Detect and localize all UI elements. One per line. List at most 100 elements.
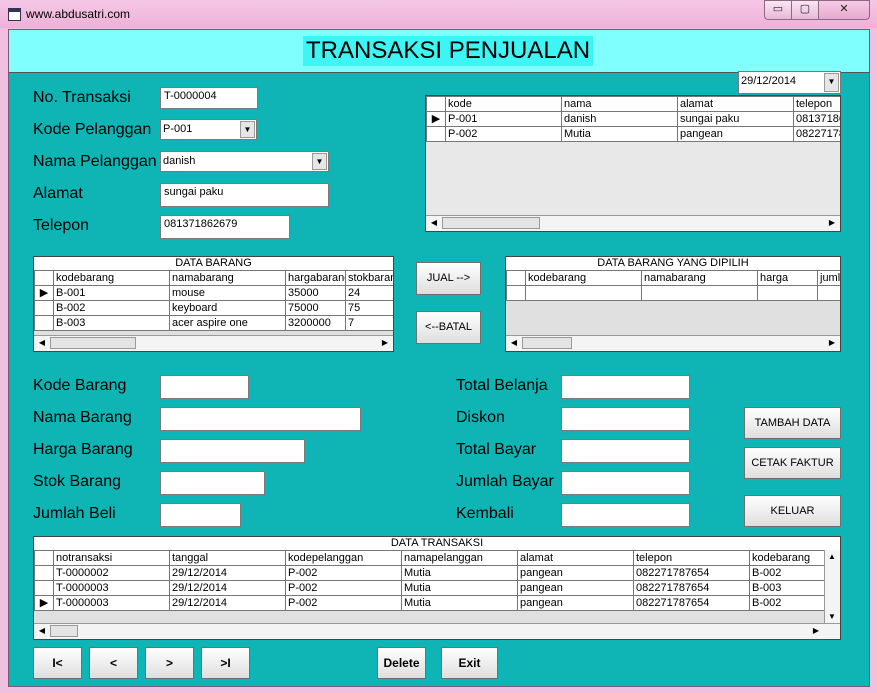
maximize-button[interactable]: ▢ xyxy=(791,0,819,20)
cell[interactable]: 082271787654 xyxy=(633,580,750,596)
column-header[interactable]: telepon xyxy=(793,96,840,112)
barang-grid[interactable]: DATA BARANG kodebarang namabarang hargabar… xyxy=(33,256,394,352)
cell[interactable]: T-0000003 xyxy=(53,595,170,611)
no-transaksi-input[interactable]: T-0000004 xyxy=(160,87,258,109)
table-row[interactable]: P-002 Mutia pangean 08227178 xyxy=(426,126,840,142)
table-row[interactable]: T-0000002 29/12/2014 P-002 Mutia pangean… xyxy=(34,565,828,581)
cell[interactable]: keyboard xyxy=(169,300,286,316)
column-header[interactable]: kode xyxy=(445,96,562,112)
column-header[interactable]: stokbarang xyxy=(345,270,393,286)
cell[interactable]: 3200000 xyxy=(285,315,346,331)
window-titlebar[interactable]: www.abdusatri.com ▭ ▢ ✕ xyxy=(0,0,877,28)
cell[interactable]: 35000 xyxy=(285,285,346,301)
customer-grid[interactable]: kode nama alamat telepon ▶ P-001 danish sungai… xyxy=(425,95,841,232)
date-dropdown-icon[interactable]: ▼ xyxy=(824,73,839,92)
cell[interactable]: B-001 xyxy=(53,285,170,301)
cell[interactable]: B-002 xyxy=(749,565,828,581)
cell[interactable]: 29/12/2014 xyxy=(169,595,286,611)
tambah-data-button[interactable]: TAMBAH DATA xyxy=(744,407,841,439)
column-header[interactable]: hargabarang xyxy=(285,270,346,286)
cell[interactable]: P-002 xyxy=(285,595,402,611)
column-header[interactable]: kodepelanggan xyxy=(285,550,402,566)
cell[interactable]: 29/12/2014 xyxy=(169,565,286,581)
cell[interactable]: pangean xyxy=(517,580,634,596)
batal-button[interactable]: <--BATAL xyxy=(416,311,481,344)
exit-button[interactable]: Exit xyxy=(441,647,498,679)
stok-barang-input[interactable] xyxy=(160,471,265,495)
table-row[interactable]: ▶ B-001 mouse 35000 24 xyxy=(34,285,393,301)
delete-button[interactable]: Delete xyxy=(377,647,426,679)
cell[interactable]: B-002 xyxy=(53,300,170,316)
cell[interactable]: 08137186 xyxy=(793,111,840,127)
scroll-thumb[interactable] xyxy=(442,217,540,229)
total-bayar-input[interactable] xyxy=(561,439,690,463)
alamat-input[interactable]: sungai paku xyxy=(160,183,329,207)
next-record-button[interactable]: > xyxy=(145,647,194,679)
cell[interactable]: 75000 xyxy=(285,300,346,316)
cell[interactable]: B-002 xyxy=(749,595,828,611)
last-record-button[interactable]: >I xyxy=(201,647,250,679)
column-header[interactable]: notransaksi xyxy=(53,550,170,566)
jumlah-beli-input[interactable] xyxy=(160,503,241,527)
cell[interactable]: 7 xyxy=(345,315,393,331)
horizontal-scrollbar[interactable]: ◀ ▶ xyxy=(426,215,840,231)
column-header[interactable]: namabarang xyxy=(641,270,758,286)
cell[interactable]: T-0000002 xyxy=(53,565,170,581)
cell[interactable]: 24 xyxy=(345,285,393,301)
cell[interactable]: P-002 xyxy=(445,126,562,142)
diskon-input[interactable] xyxy=(561,407,690,431)
column-header[interactable]: telepon xyxy=(633,550,750,566)
cell[interactable]: 082271787654 xyxy=(633,595,750,611)
cell[interactable]: B-003 xyxy=(749,580,828,596)
chevron-down-icon[interactable]: ▼ xyxy=(240,121,255,138)
keluar-button[interactable]: KELUAR xyxy=(744,495,841,527)
cell[interactable]: 082271787654 xyxy=(633,565,750,581)
nama-barang-input[interactable] xyxy=(160,407,361,431)
column-header[interactable]: jumlah xyxy=(817,270,840,286)
harga-barang-input[interactable] xyxy=(160,439,305,463)
cell[interactable]: Mutia xyxy=(401,565,518,581)
column-header[interactable]: harga xyxy=(757,270,818,286)
cell[interactable]: B-003 xyxy=(53,315,170,331)
column-header[interactable]: namapelanggan xyxy=(401,550,518,566)
column-header[interactable]: alamat xyxy=(677,96,794,112)
scroll-thumb[interactable] xyxy=(522,337,572,349)
column-header[interactable]: kodebarang xyxy=(53,270,170,286)
cell[interactable]: pangean xyxy=(517,595,634,611)
scroll-up-icon[interactable]: ▲ xyxy=(826,551,838,563)
kode-barang-input[interactable] xyxy=(160,375,249,399)
cell[interactable]: P-001 xyxy=(445,111,562,127)
selected-items-grid[interactable]: DATA BARANG YANG DIPILIH kodebarang namab… xyxy=(505,256,841,352)
table-row[interactable]: ▶ T-0000003 29/12/2014 P-002 Mutia pange… xyxy=(34,595,828,611)
cell[interactable]: P-002 xyxy=(285,565,402,581)
cell[interactable]: pangean xyxy=(517,565,634,581)
scroll-thumb[interactable] xyxy=(50,337,136,349)
cell[interactable]: acer aspire one xyxy=(169,315,286,331)
vertical-scrollbar[interactable]: ▲ ▼ xyxy=(824,550,840,624)
table-row[interactable]: B-003 acer aspire one 3200000 7 xyxy=(34,315,393,331)
nama-pelanggan-combo[interactable]: danish ▼ xyxy=(160,151,329,172)
cell[interactable]: Mutia xyxy=(401,595,518,611)
column-header[interactable]: tanggal xyxy=(169,550,286,566)
column-header[interactable]: namabarang xyxy=(169,270,286,286)
first-record-button[interactable]: I< xyxy=(33,647,82,679)
transaksi-grid[interactable]: DATA TRANSAKSI notransaksi tanggal kodep… xyxy=(33,536,841,640)
table-row[interactable]: B-002 keyboard 75000 75 xyxy=(34,300,393,316)
table-row[interactable]: ▶ P-001 danish sungai paku 08137186 xyxy=(426,111,840,127)
scroll-right-icon[interactable]: ▶ xyxy=(379,337,391,349)
jual-button[interactable]: JUAL --> xyxy=(416,262,481,295)
scroll-thumb[interactable] xyxy=(50,625,78,637)
chevron-down-icon[interactable]: ▼ xyxy=(312,153,327,170)
total-belanja-input[interactable] xyxy=(561,375,690,399)
telepon-input[interactable]: 081371862679 xyxy=(160,215,290,239)
close-button[interactable]: ✕ xyxy=(818,0,870,20)
column-header[interactable]: kodebarang xyxy=(749,550,828,566)
cell[interactable]: T-0000003 xyxy=(53,580,170,596)
date-picker[interactable]: 29/12/2014 ▼ xyxy=(738,71,841,94)
cell[interactable]: Mutia xyxy=(561,126,678,142)
column-header[interactable]: kodebarang xyxy=(525,270,642,286)
scroll-left-icon[interactable]: ◀ xyxy=(508,337,520,349)
scroll-left-icon[interactable]: ◀ xyxy=(36,337,48,349)
cetak-faktur-button[interactable]: CETAK FAKTUR xyxy=(744,447,841,479)
cell[interactable]: sungai paku xyxy=(677,111,794,127)
